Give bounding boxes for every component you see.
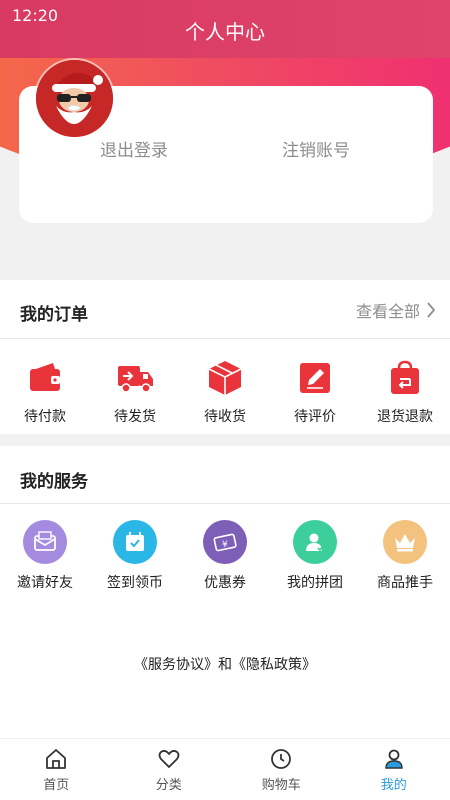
coupon-icon: ¥	[213, 533, 237, 552]
service-item-label: 商品推手	[377, 575, 433, 591]
tab-category[interactable]: 分类	[113, 739, 226, 800]
tab-mine[interactable]: 我的	[338, 739, 450, 800]
order-item-label: 待发货	[114, 409, 156, 425]
orders-title: 我的订单	[20, 305, 88, 325]
edit-icon	[300, 363, 330, 393]
service-icon-bg	[383, 520, 427, 564]
crown-icon	[395, 534, 415, 552]
tab-label: 分类	[155, 778, 182, 793]
svg-text:¥: ¥	[222, 540, 228, 550]
mail-icon	[34, 531, 56, 551]
service-item-invite-friends[interactable]: 邀请好友	[0, 520, 90, 592]
tab-label: 我的	[380, 778, 407, 793]
view-all-orders-link[interactable]: 查看全部	[356, 298, 436, 322]
home-icon	[46, 749, 67, 769]
header-bar: 12:20 个人中心	[0, 0, 450, 58]
service-item-label: 优惠券	[204, 575, 246, 591]
service-item-group-buy[interactable]: 我的拼团	[270, 520, 360, 592]
return-bag-icon	[391, 360, 419, 394]
orders-divider	[0, 338, 450, 339]
calendar-check-icon	[126, 532, 144, 551]
section-gap	[0, 434, 450, 446]
order-item-pending-shipment[interactable]: 待发货	[90, 358, 180, 426]
service-item-coupons[interactable]: ¥ 优惠券	[180, 520, 270, 592]
chevron-right-icon	[427, 302, 436, 318]
services-divider	[0, 503, 450, 504]
order-item-pending-receipt[interactable]: 待收货	[180, 358, 270, 426]
orders-row: 待付款 待发货 待收货 待评价 退货退款	[0, 358, 450, 426]
service-item-label: 签到领币	[107, 575, 163, 591]
service-icon-bg	[293, 520, 337, 564]
order-item-label: 待付款	[24, 409, 66, 425]
avatar[interactable]	[36, 60, 113, 137]
order-item-label: 待评价	[294, 409, 336, 425]
services-title: 我的服务	[20, 472, 88, 492]
service-item-label: 我的拼团	[287, 575, 343, 591]
santa-avatar-icon	[36, 60, 113, 137]
bottom-tabbar: 首页 分类 购物车 我的	[0, 738, 450, 800]
order-item-refund[interactable]: 退货退款	[360, 358, 450, 426]
tab-cart[interactable]: 购物车	[225, 739, 338, 800]
order-item-pending-payment[interactable]: 待付款	[0, 358, 90, 426]
heart-icon	[158, 749, 180, 768]
tab-label: 购物车	[261, 778, 301, 793]
view-all-label: 查看全部	[355, 302, 420, 321]
page-title: 个人中心	[185, 20, 265, 44]
package-icon	[208, 361, 242, 395]
tab-home[interactable]: 首页	[0, 739, 113, 800]
service-icon-bg	[23, 520, 67, 564]
order-item-pending-review[interactable]: 待评价	[270, 358, 360, 426]
tab-label: 首页	[43, 778, 70, 793]
truck-icon	[118, 366, 153, 393]
service-icon-bg	[113, 520, 157, 564]
logout-button[interactable]: 退出登录	[100, 136, 168, 161]
service-item-checkin[interactable]: 签到领币	[90, 520, 180, 592]
user-icon	[385, 749, 403, 769]
services-row: 邀请好友 签到领币 ¥ 优惠券 我的拼团 商品推手	[0, 520, 450, 592]
order-item-label: 退货退款	[377, 409, 433, 425]
deregister-button[interactable]: 注销账号	[282, 136, 350, 161]
service-item-label: 邀请好友	[17, 575, 73, 591]
group-user-icon	[306, 533, 325, 552]
wallet-icon	[30, 363, 60, 391]
order-item-label: 待收货	[204, 409, 246, 425]
service-icon-bg: ¥	[203, 520, 247, 564]
service-item-promoter[interactable]: 商品推手	[360, 520, 450, 592]
policy-links[interactable]: 《服务协议》和《隐私政策》	[0, 654, 450, 674]
clock-icon	[271, 749, 292, 769]
